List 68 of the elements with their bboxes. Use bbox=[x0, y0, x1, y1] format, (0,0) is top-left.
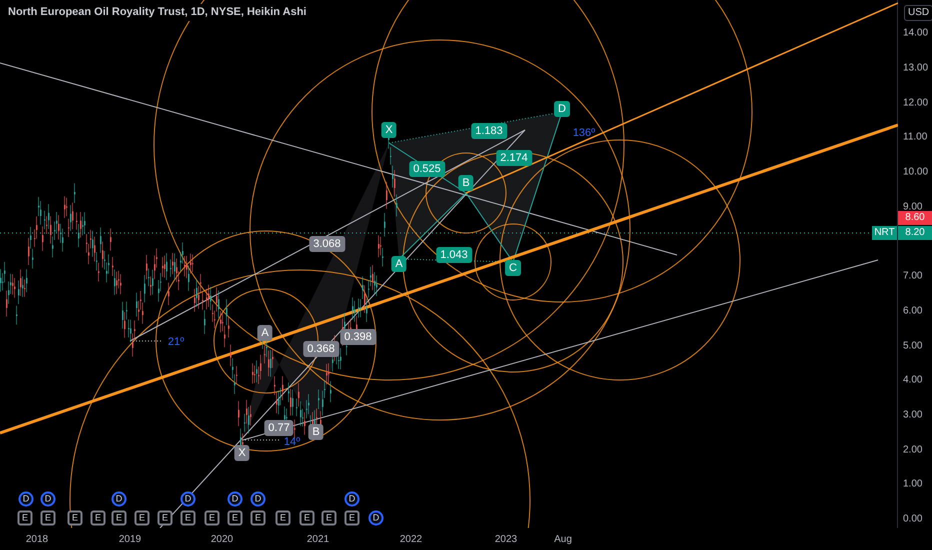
currency-badge[interactable]: USD bbox=[904, 5, 932, 21]
price-tick: 4.00 bbox=[903, 374, 922, 388]
dividend-marker[interactable]: D bbox=[40, 492, 56, 506]
time-label: 2023 bbox=[494, 533, 518, 547]
price-tick: 6.00 bbox=[903, 304, 922, 318]
time-label: 2018 bbox=[26, 533, 48, 547]
price-tick: 11.00 bbox=[903, 130, 928, 145]
pattern-label: 2.174 bbox=[496, 150, 532, 166]
earnings-marker[interactable]: E bbox=[344, 510, 360, 526]
pattern-label: A bbox=[391, 256, 407, 272]
pattern-label: C bbox=[505, 260, 521, 276]
dividend-marker[interactable]: D bbox=[18, 492, 34, 506]
price-tick: 14.00 bbox=[903, 26, 928, 41]
earnings-marker[interactable]: E bbox=[40, 510, 56, 526]
time-label: Aug bbox=[554, 533, 572, 547]
price-tick: 12.00 bbox=[903, 96, 928, 110]
pattern-label: 0.77 bbox=[264, 420, 294, 436]
price-tick: 7.00 bbox=[903, 270, 922, 284]
earnings-marker[interactable]: E bbox=[300, 510, 314, 526]
pattern-label: X bbox=[381, 122, 397, 138]
dividend-marker[interactable]: D bbox=[344, 492, 360, 506]
time-label: 2022 bbox=[400, 533, 422, 547]
price-tick: 0.00 bbox=[903, 512, 922, 526]
time-label: 2021 bbox=[306, 533, 330, 547]
price-tick: 1.00 bbox=[903, 478, 922, 492]
dividend-marker[interactable]: D bbox=[180, 492, 196, 506]
angle-label: 14º bbox=[284, 434, 300, 450]
price-tag: 8.60 bbox=[898, 211, 932, 225]
earnings-marker[interactable]: E bbox=[250, 510, 266, 526]
pattern-label: 0.398 bbox=[340, 329, 376, 345]
earnings-marker[interactable]: E bbox=[158, 510, 172, 526]
dividend-marker[interactable]: D bbox=[228, 492, 242, 506]
price-tag: 8.20 bbox=[898, 226, 932, 240]
price-tick: 5.00 bbox=[903, 339, 922, 353]
pattern-label: 3.068 bbox=[309, 236, 345, 252]
price-tick: 3.00 bbox=[903, 408, 922, 422]
time-label: 2020 bbox=[210, 533, 234, 547]
earnings-marker[interactable]: E bbox=[18, 510, 32, 526]
pattern-label: B bbox=[458, 175, 474, 191]
earnings-marker[interactable]: E bbox=[228, 510, 242, 526]
chart-title: North European Oil Royality Trust, 1D, NYSE, Heikin Ashi bbox=[6, 4, 308, 20]
pattern-label: A bbox=[257, 325, 273, 341]
pattern-label: D bbox=[554, 101, 570, 117]
earnings-marker[interactable]: E bbox=[90, 510, 106, 526]
pattern-label: 0.368 bbox=[303, 341, 339, 357]
dividend-marker[interactable]: D bbox=[112, 492, 126, 506]
earnings-marker[interactable]: E bbox=[322, 510, 336, 526]
pattern-label: B bbox=[308, 424, 324, 440]
angle-label: 136º bbox=[572, 126, 596, 141]
angle-label: 21º bbox=[168, 334, 184, 350]
dividend-marker[interactable]: D bbox=[250, 492, 266, 506]
earnings-marker[interactable]: E bbox=[204, 510, 220, 526]
symbol-tag: NRT bbox=[872, 226, 897, 240]
pattern-label: 1.183 bbox=[471, 123, 507, 139]
price-tick: 2.00 bbox=[903, 443, 922, 458]
earnings-marker[interactable]: E bbox=[180, 510, 196, 526]
price-tick: 9.00 bbox=[903, 200, 922, 213]
price-tick: 13.00 bbox=[903, 61, 928, 76]
price-tick: 10.00 bbox=[903, 166, 928, 180]
earnings-marker[interactable]: E bbox=[68, 510, 82, 526]
earnings-marker[interactable]: E bbox=[112, 510, 126, 526]
dividend-marker[interactable]: D bbox=[368, 510, 384, 526]
pattern-label: X bbox=[234, 445, 250, 461]
pattern-label: 0.525 bbox=[409, 161, 445, 177]
earnings-marker[interactable]: E bbox=[134, 510, 150, 526]
earnings-marker[interactable]: E bbox=[276, 510, 290, 526]
pattern-label: 1.043 bbox=[436, 247, 472, 263]
time-label: 2019 bbox=[118, 533, 142, 547]
